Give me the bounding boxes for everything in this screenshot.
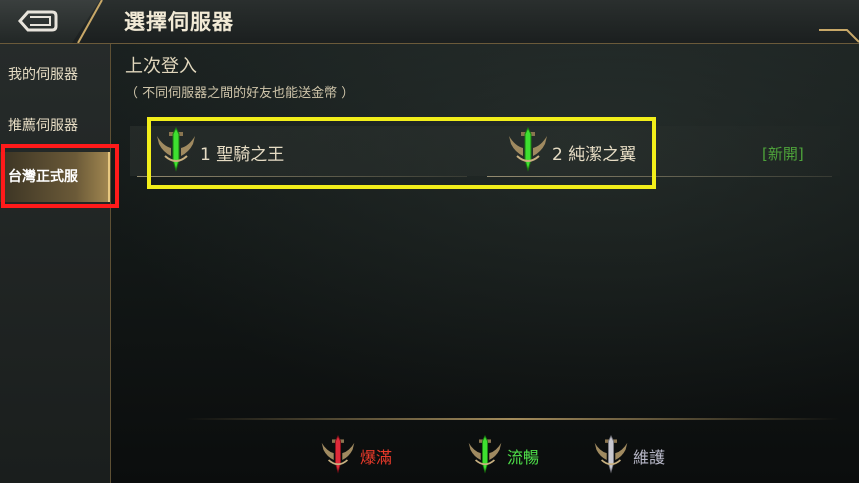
page-title: 選擇伺服器 — [124, 10, 234, 34]
sidebar-item-my-servers[interactable]: 我的伺服器 — [0, 50, 110, 100]
legend-label: 維護 — [633, 448, 666, 467]
highlight-box-yellow — [147, 117, 656, 189]
legend-item-full: 爆滿 — [320, 434, 420, 474]
sidebar-item-label: 推薦伺服器 — [8, 118, 78, 134]
header-divider — [77, 0, 103, 43]
header-corner-ornament — [819, 29, 859, 43]
section-note: （ 不同伺服器之間的好友也能送金幣 ） — [125, 86, 355, 101]
highlight-box-red — [1, 144, 119, 208]
header-bar: 選擇伺服器 — [0, 0, 859, 44]
new-server-tag: [新開] — [762, 145, 804, 163]
server-full-emblem-icon — [321, 435, 355, 474]
legend-label: 爆滿 — [360, 448, 393, 467]
legend-label: 流暢 — [507, 448, 540, 467]
back-arrow-icon — [17, 10, 58, 32]
legend-item-maintenance: 維護 — [593, 434, 693, 474]
server-category-sidebar: 我的伺服器 推薦伺服器 台灣正式服 — [0, 44, 111, 483]
server-maintenance-emblem-icon — [594, 435, 628, 474]
server-smooth-emblem-icon — [468, 435, 502, 474]
legend-item-smooth: 流暢 — [467, 434, 567, 474]
legend-divider — [185, 418, 840, 420]
section-title: 上次登入 — [125, 56, 197, 77]
sidebar-item-label: 我的伺服器 — [8, 67, 78, 83]
